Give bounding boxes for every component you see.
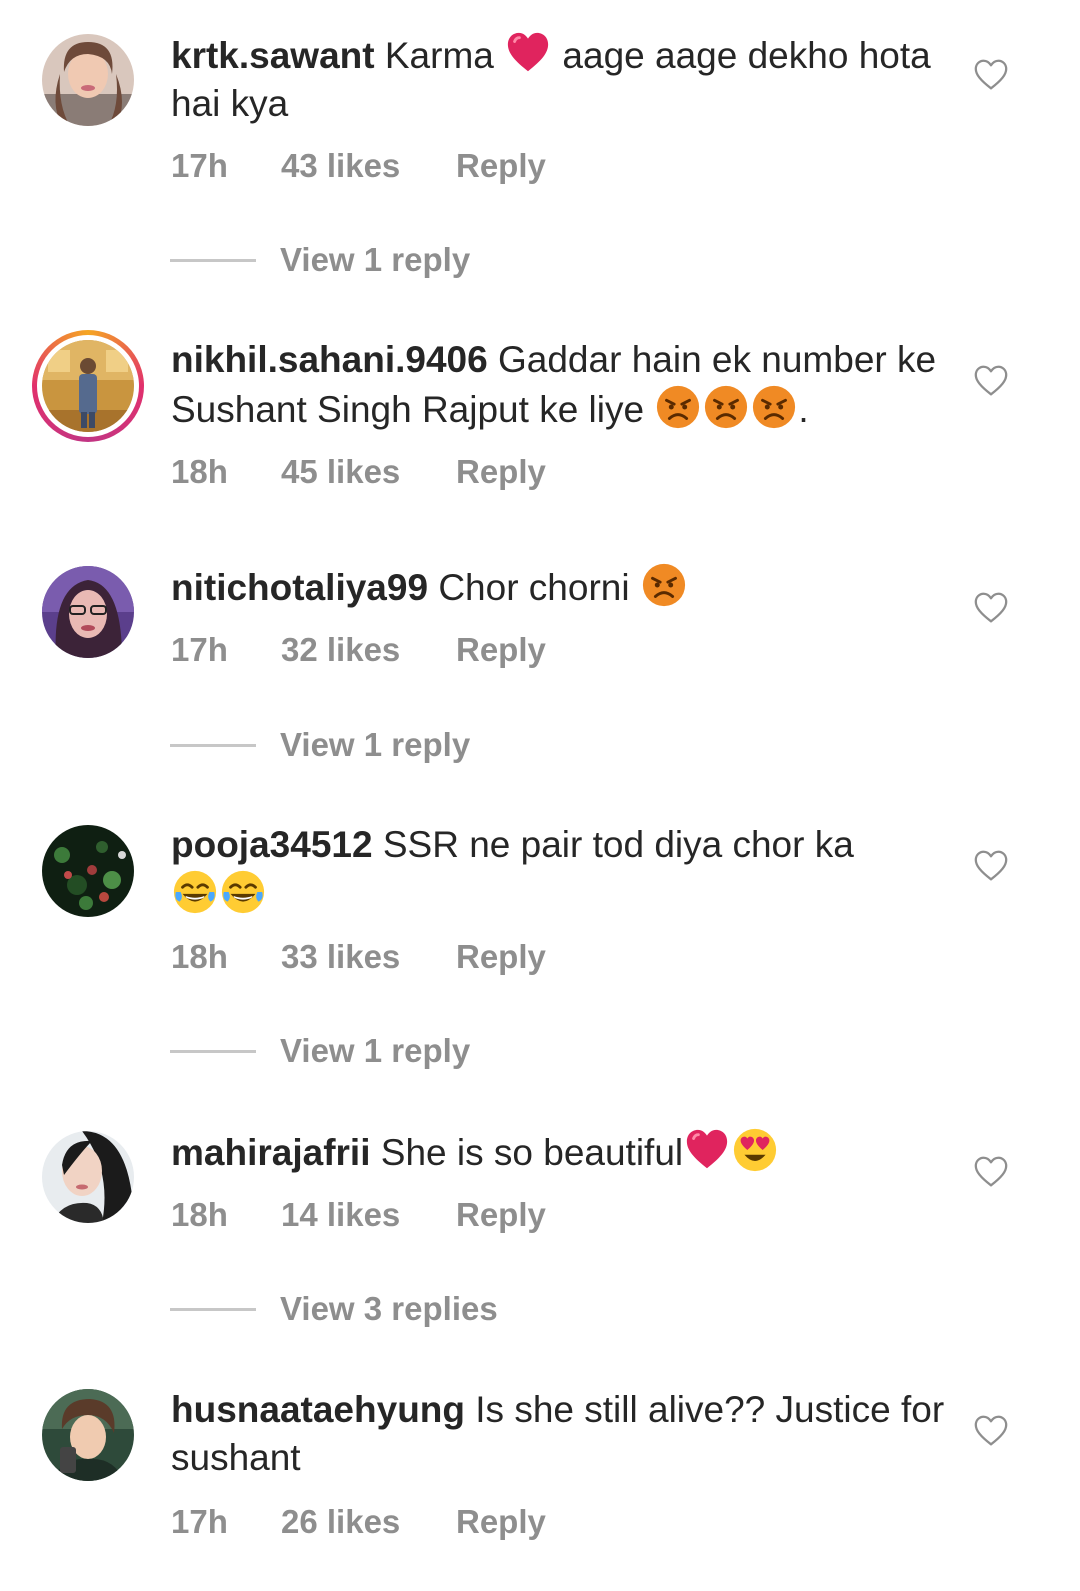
comment-username[interactable]: nitichotaliya99 (171, 567, 428, 608)
angry-face-emoji (751, 384, 797, 430)
comment-meta: 18h 14 likes Reply (171, 1195, 546, 1235)
replies-divider (170, 1307, 256, 1311)
comment-body: Karma (384, 35, 505, 76)
comment-username[interactable]: pooja34512 (171, 824, 373, 865)
comment-body: She is so beautiful (380, 1132, 684, 1173)
view-replies-link[interactable]: View 1 reply (280, 726, 470, 763)
comment-meta: 18h 33 likes Reply (171, 937, 546, 977)
comment-timestamp: 18h (171, 1196, 228, 1233)
comment-text: mahirajafrii She is so beautiful (171, 1127, 951, 1177)
reply-button[interactable]: Reply (456, 630, 546, 670)
comment-body: Chor chorni (438, 567, 640, 608)
heart-eyes-emoji (732, 1127, 778, 1173)
avatar[interactable] (42, 34, 134, 126)
avatar[interactable] (42, 825, 134, 917)
angry-face-emoji (655, 384, 701, 430)
comment-like-count[interactable]: 43 likes (281, 146, 456, 186)
angry-face-emoji (641, 562, 687, 608)
view-replies[interactable]: View 1 reply (170, 1032, 470, 1072)
tears-of-joy-emoji (220, 869, 266, 915)
comment-like-count[interactable]: 45 likes (281, 452, 456, 492)
red-heart-emoji (505, 30, 551, 76)
view-replies-link[interactable]: View 1 reply (280, 241, 470, 278)
comment-username[interactable]: husnaataehyung (171, 1389, 465, 1430)
comment-timestamp: 18h (171, 453, 228, 490)
reply-button[interactable]: Reply (456, 146, 546, 186)
comment-text: nitichotaliya99 Chor chorni (171, 562, 951, 612)
comment-timestamp: 17h (171, 631, 228, 668)
comment-meta: 17h 43 likes Reply (171, 146, 546, 186)
comment-body-cont: . (798, 389, 809, 430)
comment-text: husnaataehyung Is she still alive?? Just… (171, 1386, 951, 1482)
comment-text: krtk.sawant Karma aage aage dekho hota h… (171, 30, 951, 128)
comment-username[interactable]: nikhil.sahani.9406 (171, 339, 488, 380)
comment-meta: 18h 45 likes Reply (171, 452, 546, 492)
comment-like-count[interactable]: 26 likes (281, 1502, 456, 1542)
reply-button[interactable]: Reply (456, 452, 546, 492)
red-heart-emoji (684, 1127, 730, 1173)
comment-body: SSR ne pair tod diya chor ka (382, 824, 854, 865)
comment-text: pooja34512 SSR ne pair tod diya chor ka (171, 821, 951, 919)
comment-username[interactable]: mahirajafrii (171, 1132, 370, 1173)
avatar-story-ring[interactable] (32, 330, 144, 442)
comment-timestamp: 17h (171, 1503, 228, 1540)
comment-timestamp: 17h (171, 147, 228, 184)
replies-divider (170, 743, 256, 747)
avatar[interactable] (42, 566, 134, 658)
comment-like-count[interactable]: 32 likes (281, 630, 456, 670)
comment-like-count[interactable]: 33 likes (281, 937, 456, 977)
view-replies[interactable]: View 1 reply (170, 241, 470, 281)
like-heart-icon[interactable] (972, 847, 1010, 885)
reply-button[interactable]: Reply (456, 937, 546, 977)
comment-username[interactable]: krtk.sawant (171, 35, 375, 76)
comment-meta: 17h 26 likes Reply (171, 1502, 546, 1542)
replies-divider (170, 1049, 256, 1053)
like-heart-icon[interactable] (972, 589, 1010, 627)
replies-divider (170, 258, 256, 262)
angry-face-emoji (703, 384, 749, 430)
comment-timestamp: 18h (171, 938, 228, 975)
avatar (42, 340, 134, 432)
comment-text: nikhil.sahani.9406 Gaddar hain ek number… (171, 336, 951, 434)
view-replies-link[interactable]: View 1 reply (280, 1032, 470, 1069)
tears-of-joy-emoji (172, 869, 218, 915)
like-heart-icon[interactable] (972, 56, 1010, 94)
like-heart-icon[interactable] (972, 1153, 1010, 1191)
like-heart-icon[interactable] (972, 362, 1010, 400)
reply-button[interactable]: Reply (456, 1502, 546, 1542)
reply-button[interactable]: Reply (456, 1195, 546, 1235)
view-replies[interactable]: View 1 reply (170, 726, 470, 766)
avatar[interactable] (42, 1131, 134, 1223)
view-replies[interactable]: View 3 replies (170, 1290, 498, 1330)
view-replies-link[interactable]: View 3 replies (280, 1290, 498, 1327)
avatar[interactable] (42, 1389, 134, 1481)
comment-meta: 17h 32 likes Reply (171, 630, 546, 670)
comment-like-count[interactable]: 14 likes (281, 1195, 456, 1235)
like-heart-icon[interactable] (972, 1412, 1010, 1450)
